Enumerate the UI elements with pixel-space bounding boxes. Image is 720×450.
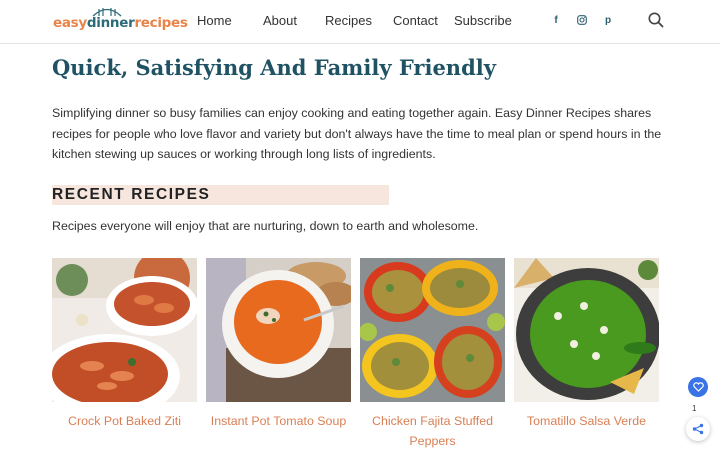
favorite-button[interactable] <box>688 377 708 397</box>
intro-text: Simplifying dinner so busy families can … <box>52 106 662 161</box>
instagram-icon[interactable] <box>575 13 589 27</box>
facebook-icon[interactable]: f <box>549 13 563 27</box>
section-heading: RECENT RECIPES <box>52 185 389 205</box>
pinterest-icon[interactable]: p <box>601 13 615 27</box>
recipe-title[interactable]: Tomatillo Salsa Verde <box>514 411 659 431</box>
nav-home[interactable]: Home <box>197 13 232 28</box>
share-button[interactable] <box>686 417 710 441</box>
nav-subscribe[interactable]: Subscribe <box>454 13 512 28</box>
recipe-image-stuffed-peppers[interactable] <box>360 258 505 402</box>
nav-recipes[interactable]: Recipes <box>325 13 372 28</box>
recipe-title[interactable]: Chicken Fajita Stuffed Peppers <box>360 411 505 450</box>
heart-icon <box>692 382 704 392</box>
recipe-card[interactable]: Crock Pot Baked Ziti <box>52 258 197 431</box>
recipe-image-baked-ziti[interactable] <box>52 258 197 402</box>
nav-contact[interactable]: Contact <box>393 13 438 28</box>
instagram-glyph <box>577 15 587 25</box>
recipe-card[interactable]: Chicken Fajita Stuffed Peppers <box>360 258 505 450</box>
share-count: 1 <box>692 404 697 413</box>
recipe-title[interactable]: Crock Pot Baked Ziti <box>52 411 197 431</box>
section-heading-text: RECENT RECIPES <box>52 186 211 203</box>
share-icon <box>692 423 704 435</box>
logo-wordmark: easydinnerrecipes <box>53 15 188 31</box>
recipe-title[interactable]: Instant Pot Tomato Soup <box>206 411 351 431</box>
page-title: Quick, Satisfying And Family Friendly <box>52 55 496 80</box>
nav-about[interactable]: About <box>263 13 297 28</box>
recipe-card[interactable]: Tomatillo Salsa Verde <box>514 258 659 431</box>
site-logo[interactable]: easydinnerrecipes <box>53 7 188 35</box>
search-icon[interactable] <box>647 11 665 29</box>
site-header: easydinnerrecipes Home About Recipes Con… <box>0 0 720 44</box>
recipe-image-tomato-soup[interactable] <box>206 258 351 402</box>
recipe-image-salsa-verde[interactable] <box>514 258 659 402</box>
recipe-card[interactable]: Instant Pot Tomato Soup <box>206 258 351 431</box>
section-subtitle: Recipes everyone will enjoy that are nur… <box>52 219 479 233</box>
